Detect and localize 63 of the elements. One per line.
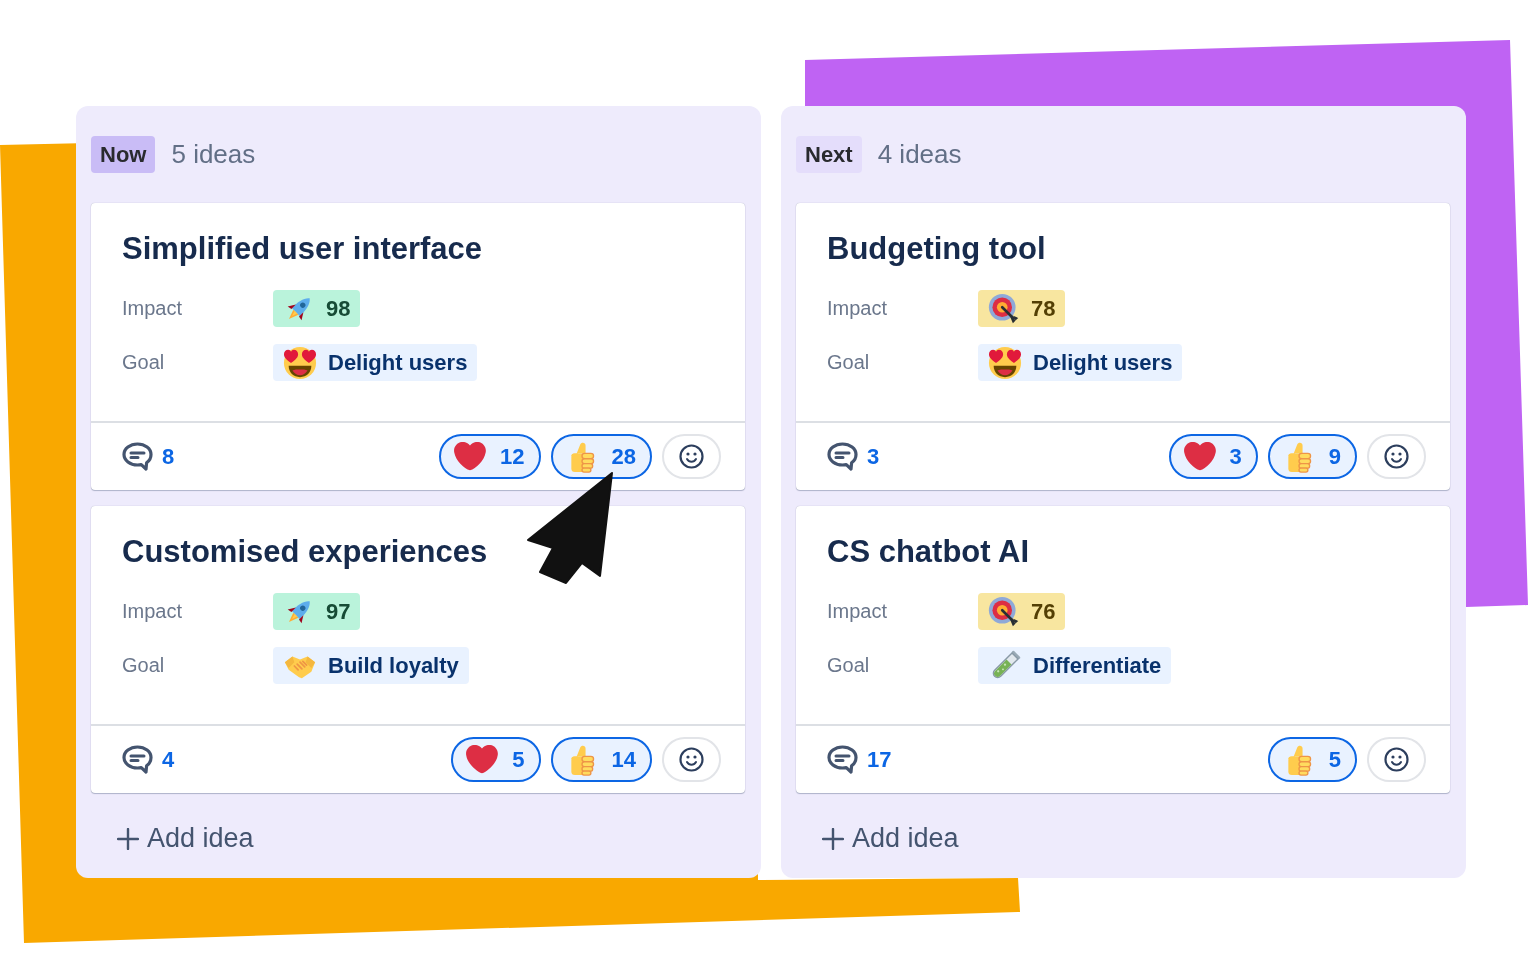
add-reaction-button[interactable] bbox=[662, 737, 721, 782]
idea-title: Simplified user interface bbox=[122, 231, 484, 267]
reaction-button[interactable]: 14 bbox=[550, 737, 652, 782]
idea-title: Customised experiences bbox=[122, 534, 489, 570]
target-icon bbox=[988, 595, 1020, 628]
comments-button[interactable]: 17 bbox=[827, 745, 892, 774]
reaction-button[interactable]: 28 bbox=[550, 434, 652, 479]
field-label: Impact bbox=[827, 600, 888, 623]
idea-count: 5 ideas bbox=[171, 139, 256, 170]
impact-score: 98 bbox=[326, 295, 351, 322]
goal-name: Delight users bbox=[1033, 349, 1173, 376]
field-label: Goal bbox=[122, 654, 165, 677]
impact-score: 76 bbox=[1031, 598, 1056, 625]
comment-icon bbox=[827, 745, 858, 774]
target-icon bbox=[988, 292, 1020, 325]
add-reaction-smiley-icon bbox=[1384, 747, 1409, 772]
add-idea-button[interactable]: Add idea bbox=[822, 823, 959, 854]
comment-icon bbox=[122, 442, 153, 471]
add-idea-button[interactable]: Add idea bbox=[117, 823, 254, 854]
comment-icon bbox=[122, 745, 153, 774]
comments-button[interactable]: 3 bbox=[827, 442, 880, 471]
goal-name: Differentiate bbox=[1033, 652, 1162, 679]
idea-title: Budgeting tool bbox=[827, 231, 1047, 267]
impact-score: 97 bbox=[326, 598, 351, 625]
field-label: Impact bbox=[122, 600, 183, 623]
idea-card[interactable]: Customised experiences Impact 97 Goal Build loyalty 4 5 14 bbox=[91, 506, 745, 793]
add-reaction-button[interactable] bbox=[1367, 434, 1426, 479]
impact-score: 78 bbox=[1031, 295, 1056, 322]
comments-button[interactable]: 4 bbox=[122, 745, 175, 774]
reaction-button[interactable]: 3 bbox=[1168, 434, 1258, 479]
add-reaction-button[interactable] bbox=[662, 434, 721, 479]
heart-icon bbox=[1183, 442, 1216, 471]
reaction-button[interactable]: 12 bbox=[439, 434, 541, 479]
goal-name: Delight users bbox=[328, 349, 468, 376]
idea-card[interactable]: CS chatbot AI Impact 76 Goal Differentiate 17 5 bbox=[796, 506, 1450, 793]
field-label: Goal bbox=[827, 351, 870, 374]
field-label: Goal bbox=[827, 654, 870, 677]
add-reaction-smiley-icon bbox=[679, 747, 704, 772]
add-reaction-smiley-icon bbox=[679, 444, 704, 469]
field-label: Impact bbox=[122, 297, 183, 320]
reaction-button[interactable]: 5 bbox=[451, 737, 541, 782]
heart-icon bbox=[454, 442, 487, 471]
idea-title: CS chatbot AI bbox=[827, 534, 1031, 570]
status-badge: Next bbox=[796, 136, 862, 173]
plus-icon bbox=[822, 827, 844, 850]
field-label: Impact bbox=[827, 297, 888, 320]
goal-name: Build loyalty bbox=[328, 652, 459, 679]
add-reaction-smiley-icon bbox=[1384, 444, 1409, 469]
heart-eyes-face-icon bbox=[283, 345, 317, 380]
idea-count: 4 ideas bbox=[877, 139, 962, 170]
heart-eyes-face-icon bbox=[988, 345, 1022, 380]
status-badge: Now bbox=[91, 136, 156, 173]
idea-card[interactable]: Budgeting tool Impact 78 Goal Delight users 3 3 9 bbox=[796, 203, 1450, 490]
pointer-cursor-icon bbox=[527, 471, 613, 585]
reaction-button[interactable]: 9 bbox=[1267, 434, 1357, 479]
heart-icon bbox=[466, 745, 499, 774]
plus-icon bbox=[117, 827, 139, 850]
comment-icon bbox=[827, 442, 858, 471]
field-label: Goal bbox=[122, 351, 165, 374]
reaction-button[interactable]: 5 bbox=[1267, 737, 1357, 782]
idea-card[interactable]: Simplified user interface Impact 98 Goal Delight users 8 12 28 bbox=[91, 203, 745, 490]
comments-button[interactable]: 8 bbox=[122, 442, 175, 471]
add-reaction-button[interactable] bbox=[1367, 737, 1426, 782]
